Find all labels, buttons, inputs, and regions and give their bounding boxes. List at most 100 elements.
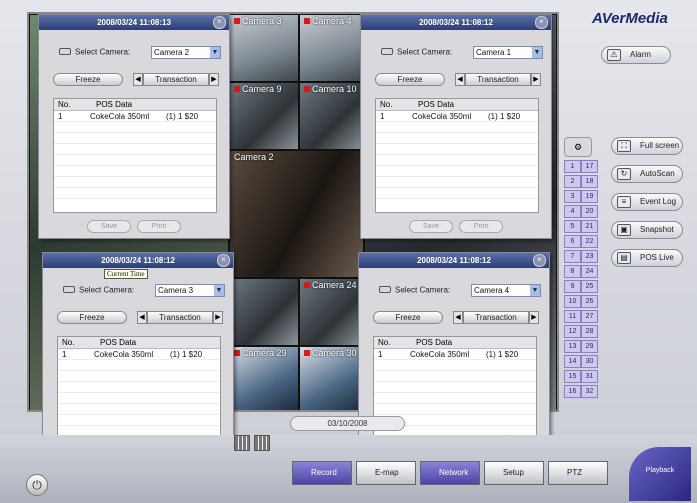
layout-grid-icon[interactable] — [234, 435, 250, 451]
camera-number-button[interactable]: 20 — [581, 205, 598, 218]
camera-number-button[interactable]: 25 — [581, 280, 598, 293]
playback-button[interactable]: Playback — [629, 447, 691, 501]
freeze-button[interactable]: Freeze — [53, 73, 123, 86]
setup-button[interactable]: Setup — [484, 461, 544, 485]
close-icon[interactable]: × — [533, 254, 546, 267]
save-button[interactable]: Save — [409, 220, 453, 233]
camera-select[interactable]: Camera 3 ▼ — [155, 284, 225, 297]
record-flag-icon — [304, 18, 310, 24]
transaction-button[interactable]: Transaction — [143, 73, 209, 86]
camera-tile[interactable] — [229, 278, 299, 346]
save-button[interactable]: Save — [87, 220, 131, 233]
pos-live-button[interactable]: ▤ POS Live — [611, 249, 683, 267]
camera-number-button[interactable]: 3 — [564, 190, 581, 203]
camera-number-button[interactable]: 19 — [581, 190, 598, 203]
table-gridline — [58, 403, 220, 404]
ptz-button[interactable]: PTZ — [548, 461, 608, 485]
camera-number-button[interactable]: 31 — [581, 370, 598, 383]
freeze-button[interactable]: Freeze — [375, 73, 445, 86]
camera-number-button[interactable]: 17 — [581, 160, 598, 173]
camera-number-button[interactable]: 30 — [581, 355, 598, 368]
camera-number-button[interactable]: 14 — [564, 355, 581, 368]
camera-select-value: Camera 2 — [154, 48, 190, 57]
snapshot-button[interactable]: ▣ Snapshot — [611, 221, 683, 239]
camera-number-button[interactable]: 21 — [581, 220, 598, 233]
chevron-down-icon[interactable]: ▼ — [530, 285, 540, 296]
camera-tile[interactable]: Camera 24 — [299, 278, 364, 346]
previous-transaction-button[interactable]: ◀ — [453, 311, 463, 324]
close-icon[interactable]: × — [217, 254, 230, 267]
camera-number-button[interactable]: 28 — [581, 325, 598, 338]
close-icon[interactable]: × — [213, 16, 226, 29]
chevron-down-icon[interactable]: ▼ — [532, 47, 542, 58]
camera-select[interactable]: Camera 2 ▼ — [151, 46, 221, 59]
record-button[interactable]: Record — [292, 461, 352, 485]
camera-number-button[interactable]: 7 — [564, 250, 581, 263]
camera-number-button[interactable]: 8 — [564, 265, 581, 278]
alarm-button[interactable]: ⚠ Alarm — [601, 46, 671, 64]
layout-grid-icon[interactable] — [254, 435, 270, 451]
print-label: Print — [473, 223, 489, 230]
camera-number-button[interactable]: 29 — [581, 340, 598, 353]
table-gridline — [58, 414, 220, 415]
camera-number-button[interactable]: 4 — [564, 205, 581, 218]
camera-number-button[interactable]: 24 — [581, 265, 598, 278]
camera-number-button[interactable]: 16 — [564, 385, 581, 398]
camera-number-button[interactable]: 26 — [581, 295, 598, 308]
full-screen-button[interactable]: ⛶ Full screen — [611, 137, 683, 155]
chevron-down-icon[interactable]: ▼ — [214, 285, 224, 296]
camera-tile[interactable]: Camera 30 — [299, 346, 364, 410]
transaction-button[interactable]: Transaction — [147, 311, 213, 324]
camera-number-button[interactable]: 12 — [564, 325, 581, 338]
camera-number-button[interactable]: 18 — [581, 175, 598, 188]
next-transaction-button[interactable]: ▶ — [531, 73, 541, 86]
previous-transaction-button[interactable]: ◀ — [137, 311, 147, 324]
camera-number-button[interactable]: 15 — [564, 370, 581, 383]
camera-number-button[interactable]: 5 — [564, 220, 581, 233]
close-icon[interactable]: × — [535, 16, 548, 29]
table-gridline — [54, 143, 216, 144]
camera-number-button[interactable]: 11 — [564, 310, 581, 323]
next-transaction-button[interactable]: ▶ — [209, 73, 219, 86]
transaction-button[interactable]: Transaction — [465, 73, 531, 86]
camera-number-button[interactable]: 23 — [581, 250, 598, 263]
print-button[interactable]: Print — [459, 220, 503, 233]
camera-group-tab[interactable]: ⚙ — [564, 137, 592, 157]
power-button[interactable]: ⏻ — [26, 474, 48, 496]
chevron-down-icon[interactable]: ▼ — [210, 47, 220, 58]
emap-button[interactable]: E-map — [356, 461, 416, 485]
transaction-button[interactable]: Transaction — [463, 311, 529, 324]
previous-transaction-button[interactable]: ◀ — [133, 73, 143, 86]
camera-select[interactable]: Camera 1 ▼ — [473, 46, 543, 59]
autoscan-button[interactable]: ↻ AutoScan — [611, 165, 683, 183]
freeze-button[interactable]: Freeze — [373, 311, 443, 324]
camera-number-button[interactable]: 9 — [564, 280, 581, 293]
previous-transaction-button[interactable]: ◀ — [455, 73, 465, 86]
event-log-button[interactable]: ≡ Event Log — [611, 193, 683, 211]
camera-tile[interactable]: Camera 29 — [229, 346, 299, 410]
camera-tile[interactable]: Camera 3 — [229, 14, 299, 82]
camera-number-button[interactable]: 10 — [564, 295, 581, 308]
camera-number-button[interactable]: 13 — [564, 340, 581, 353]
camera-number-button[interactable]: 27 — [581, 310, 598, 323]
camera-number-button[interactable]: 6 — [564, 235, 581, 248]
camera-tile[interactable]: Camera 10 — [299, 82, 364, 150]
transaction-label: Transaction — [155, 75, 197, 84]
camera-number-button[interactable]: 22 — [581, 235, 598, 248]
camera-select[interactable]: Camera 4 ▼ — [471, 284, 541, 297]
camera-number-button[interactable]: 2 — [564, 175, 581, 188]
camera-number-button[interactable]: 32 — [581, 385, 598, 398]
freeze-button[interactable]: Freeze — [57, 311, 127, 324]
record-flag-icon — [304, 282, 310, 288]
pos-data-table: No. POS Data 1 CokeCola 350ml (1) 1 $20 — [373, 336, 537, 451]
camera-tile[interactable]: Camera 2 — [229, 150, 364, 278]
next-transaction-button[interactable]: ▶ — [213, 311, 223, 324]
camera-tile[interactable]: Camera 9 — [229, 82, 299, 150]
print-button[interactable]: Print — [137, 220, 181, 233]
network-button[interactable]: Network — [420, 461, 480, 485]
next-transaction-button[interactable]: ▶ — [529, 311, 539, 324]
camera-label: Camera 4 — [304, 16, 352, 26]
camera-number-button[interactable]: 1 — [564, 160, 581, 173]
table-gridline — [374, 370, 536, 371]
camera-tile[interactable]: Camera 4 — [299, 14, 364, 82]
